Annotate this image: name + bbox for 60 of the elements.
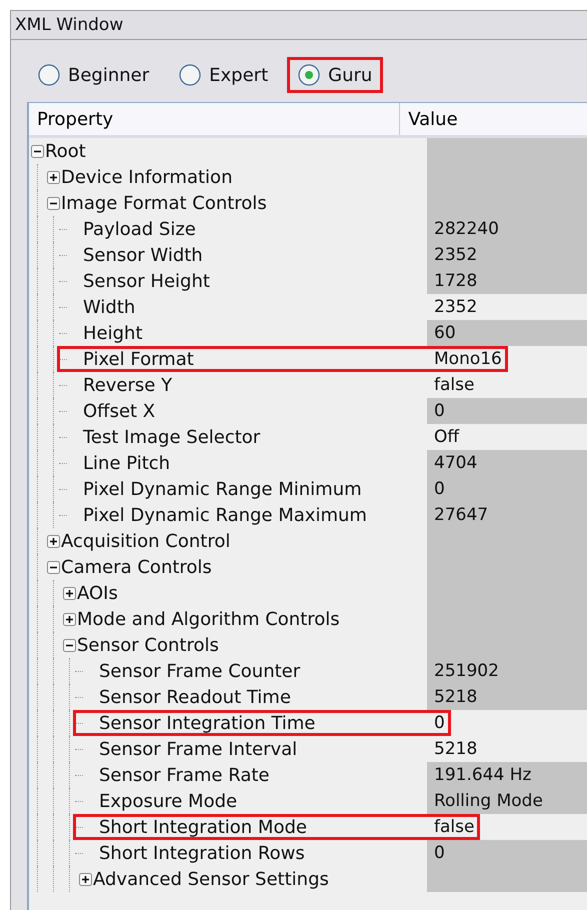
- column-header[interactable]: Property: [29, 103, 400, 135]
- value-cell: 0: [427, 398, 587, 424]
- property-name[interactable]: Reverse Y: [83, 374, 172, 396]
- property-name[interactable]: Short Integration Mode: [99, 816, 307, 838]
- value-cell: 5218: [427, 684, 587, 710]
- property-name[interactable]: Image Format Controls: [60, 192, 267, 214]
- mode-option[interactable]: Expert: [168, 57, 280, 93]
- property-name[interactable]: Root: [44, 140, 86, 162]
- property-name[interactable]: Sensor Controls: [76, 634, 219, 656]
- property-name[interactable]: Sensor Frame Interval: [99, 738, 298, 760]
- value-cell: 0: [427, 840, 587, 866]
- expand-icon[interactable]: [79, 872, 92, 886]
- mode-option[interactable]: Guru: [287, 57, 384, 93]
- collapse-icon[interactable]: [47, 560, 60, 574]
- property-name[interactable]: Height: [83, 322, 143, 344]
- value-cell: 1728: [427, 268, 587, 294]
- mode-option[interactable]: Beginner: [27, 57, 160, 93]
- expand-icon[interactable]: [63, 612, 76, 626]
- value-cell: 2352: [427, 242, 587, 268]
- property-name[interactable]: Exposure Mode: [99, 790, 238, 812]
- expand-icon[interactable]: [63, 586, 76, 600]
- property-name[interactable]: Sensor Height: [83, 270, 210, 292]
- property-name[interactable]: AOIs: [76, 582, 118, 604]
- property-name[interactable]: Offset X: [83, 400, 156, 422]
- property-name[interactable]: Pixel Dynamic Range Minimum: [83, 478, 362, 500]
- column-header[interactable]: Value: [400, 103, 587, 135]
- property-name[interactable]: Payload Size: [83, 218, 196, 240]
- collapse-icon[interactable]: [63, 638, 76, 652]
- property-name[interactable]: Sensor Readout Time: [99, 686, 291, 708]
- value-cell: 0: [427, 476, 587, 502]
- value-cell: 4704: [427, 450, 587, 476]
- property-name[interactable]: Camera Controls: [60, 556, 212, 578]
- expand-icon[interactable]: [47, 534, 60, 548]
- value-cell: 27647: [427, 502, 587, 528]
- property-name[interactable]: Pixel Dynamic Range Maximum: [83, 504, 367, 526]
- value-cell: 251902: [427, 658, 587, 684]
- property-name[interactable]: Mode and Algorithm Controls: [76, 608, 340, 630]
- property-name[interactable]: Device Information: [60, 166, 232, 188]
- collapse-icon[interactable]: [31, 144, 44, 158]
- window-title: XML Window: [15, 15, 124, 35]
- radio-button[interactable]: [179, 64, 202, 86]
- property-name[interactable]: Width: [83, 296, 136, 318]
- radio-button[interactable]: [298, 64, 320, 86]
- property-name[interactable]: Advanced Sensor Settings: [92, 868, 329, 890]
- expand-icon[interactable]: [47, 170, 60, 184]
- property-name[interactable]: Sensor Integration Time: [99, 712, 316, 734]
- property-name[interactable]: Short Integration Rows: [99, 842, 305, 864]
- value-cell: 282240: [427, 216, 587, 242]
- property-name[interactable]: Acquisition Control: [60, 530, 230, 552]
- property-name[interactable]: Test Image Selector: [83, 426, 260, 448]
- property-name[interactable]: Sensor Width: [83, 244, 203, 266]
- value-cell: 191.644 Hz: [427, 762, 587, 788]
- property-name[interactable]: Pixel Format: [83, 348, 194, 370]
- property-name[interactable]: Line Pitch: [83, 452, 170, 474]
- value-cell: 60: [427, 320, 587, 346]
- collapse-icon[interactable]: [47, 196, 60, 210]
- value-cell: Rolling Mode: [427, 788, 587, 814]
- radio-button[interactable]: [38, 64, 60, 86]
- property-name[interactable]: Sensor Frame Rate: [99, 764, 270, 786]
- property-name[interactable]: Sensor Frame Counter: [99, 660, 300, 682]
